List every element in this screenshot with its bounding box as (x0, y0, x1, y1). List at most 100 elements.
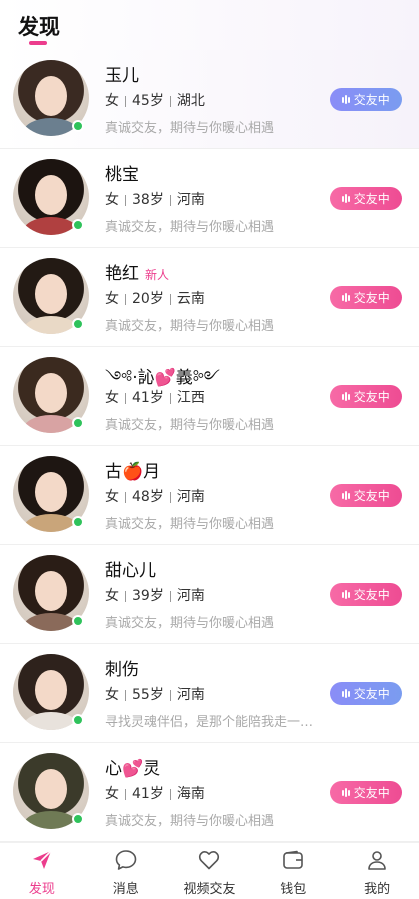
make-friends-button[interactable]: 交友中 (330, 385, 402, 408)
make-friends-label: 交友中 (353, 93, 390, 107)
make-friends-button[interactable]: 交友中 (330, 88, 402, 111)
avatar[interactable] (13, 753, 89, 829)
meta-separator (125, 689, 126, 701)
meta-separator (125, 293, 126, 305)
make-friends-button[interactable]: 交友中 (330, 187, 402, 210)
avatar[interactable] (13, 654, 89, 730)
wallet-icon (281, 848, 305, 872)
user-bio: 真诚交友，期待与你暖心相遇 (105, 418, 275, 433)
header: 发现 (0, 0, 419, 50)
voice-wave-icon (342, 293, 350, 303)
user-region: 河南 (176, 588, 205, 604)
user-age: 20岁 (132, 291, 164, 307)
voice-wave-icon (342, 392, 350, 402)
user-meta: 女 55岁 河南 (105, 684, 205, 704)
user-age: 38岁 (132, 192, 164, 208)
tab-user[interactable]: 我的 (335, 843, 419, 899)
make-friends-label: 交友中 (353, 786, 390, 800)
meta-separator (169, 788, 171, 800)
tab-heart[interactable]: 视频交友 (168, 843, 252, 899)
user-list[interactable]: 玉儿 女 45岁 湖北 真诚交友，期待与你暖心相遇 交友中 桃宝 女 38岁 河南 真诚… (0, 50, 419, 842)
user-age: 55岁 (132, 687, 164, 703)
user-name-text: 心💕灵 (105, 759, 161, 779)
user-card[interactable]: 甜心儿 女 39岁 河南 真诚交友，期待与你暖心相遇 交友中 (0, 545, 419, 644)
voice-wave-icon (342, 788, 350, 798)
bottom-tab-bar: 发现 消息 视频交友 钱包 我的 (0, 842, 419, 899)
new-user-tag: 新人 (145, 268, 170, 282)
user-region: 河南 (176, 192, 205, 208)
user-bio: 真诚交友，期待与你暖心相遇 (105, 319, 275, 334)
meta-separator (169, 491, 171, 503)
user-region: 湖北 (176, 93, 205, 109)
user-meta: 女 20岁 云南 (105, 288, 205, 308)
user-meta: 女 39岁 河南 (105, 585, 205, 605)
tab-label: 发现 (28, 882, 55, 897)
user-gender: 女 (105, 588, 119, 604)
online-status-dot (72, 516, 84, 528)
avatar[interactable] (13, 456, 89, 532)
make-friends-button[interactable]: 交友中 (330, 682, 402, 705)
user-name: 刺伤 (105, 655, 145, 680)
user-name: 桃宝 (105, 160, 145, 185)
meta-separator (169, 689, 171, 701)
voice-wave-icon (342, 689, 350, 699)
online-status-dot (72, 417, 84, 429)
user-region: 云南 (176, 291, 205, 307)
user-bio: 真诚交友，期待与你暖心相遇 (105, 616, 275, 631)
tab-chat-bubble[interactable]: 消息 (84, 843, 168, 899)
user-age: 48岁 (132, 489, 164, 505)
user-card[interactable]: 古🍎月 女 48岁 河南 真诚交友，期待与你暖心相遇 交友中 (0, 446, 419, 545)
avatar[interactable] (13, 555, 89, 631)
meta-separator (169, 293, 171, 305)
online-status-dot (72, 615, 84, 627)
meta-separator (125, 788, 126, 800)
user-name-text: ༺·訫💕義༻ (105, 368, 220, 388)
user-age: 41岁 (132, 786, 164, 802)
voice-wave-icon (342, 194, 350, 204)
avatar[interactable] (13, 258, 89, 334)
meta-separator (169, 95, 171, 107)
tab-wallet[interactable]: 钱包 (251, 843, 335, 899)
user-gender: 女 (105, 687, 119, 703)
make-friends-button[interactable]: 交友中 (330, 781, 402, 804)
user-age: 41岁 (132, 390, 164, 406)
make-friends-button[interactable]: 交友中 (330, 484, 402, 507)
make-friends-button[interactable]: 交友中 (330, 583, 402, 606)
user-name: 心💕灵 (105, 754, 166, 779)
meta-separator (125, 95, 126, 107)
user-card[interactable]: 刺伤 女 55岁 河南 寻找灵魂伴侣，是那个能陪我走一生的人 交友中 (0, 644, 419, 743)
user-name-text: 甜心儿 (105, 561, 156, 581)
user-card[interactable]: 心💕灵 女 41岁 海南 真诚交友，期待与你暖心相遇 交友中 (0, 743, 419, 842)
avatar[interactable] (13, 60, 89, 136)
heart-icon (197, 848, 221, 872)
user-meta: 女 45岁 湖北 (105, 90, 205, 110)
online-status-dot (72, 714, 84, 726)
user-card[interactable]: ༺·訫💕義༻ 女 41岁 江西 真诚交友，期待与你暖心相遇 交友中 (0, 347, 419, 446)
user-card[interactable]: 桃宝 女 38岁 河南 真诚交友，期待与你暖心相遇 交友中 (0, 149, 419, 248)
user-name-text: 古🍎月 (105, 462, 161, 482)
user-icon (365, 848, 389, 872)
make-friends-label: 交友中 (353, 291, 390, 305)
user-region: 河南 (176, 489, 205, 505)
user-bio: 真诚交友，期待与你暖心相遇 (105, 517, 275, 532)
meta-separator (169, 392, 171, 404)
meta-separator (125, 491, 126, 503)
user-bio: 寻找灵魂伴侣，是那个能陪我走一生的人 (105, 715, 320, 730)
user-card[interactable]: 艳红 新人 女 20岁 云南 真诚交友，期待与你暖心相遇 交友中 (0, 248, 419, 347)
user-bio: 真诚交友，期待与你暖心相遇 (105, 121, 275, 136)
user-region: 江西 (176, 390, 205, 406)
send-icon (30, 848, 54, 872)
tab-send[interactable]: 发现 (0, 843, 84, 899)
voice-wave-icon (342, 95, 350, 105)
avatar[interactable] (13, 159, 89, 235)
user-bio: 真诚交友，期待与你暖心相遇 (105, 814, 275, 829)
make-friends-button[interactable]: 交友中 (330, 286, 402, 309)
user-gender: 女 (105, 291, 119, 307)
user-meta: 女 38岁 河南 (105, 189, 205, 209)
avatar[interactable] (13, 357, 89, 433)
user-name: 玉儿 (105, 61, 145, 86)
meta-separator (169, 194, 171, 206)
user-age: 39岁 (132, 588, 164, 604)
voice-wave-icon (342, 590, 350, 600)
user-card[interactable]: 玉儿 女 45岁 湖北 真诚交友，期待与你暖心相遇 交友中 (0, 50, 419, 149)
